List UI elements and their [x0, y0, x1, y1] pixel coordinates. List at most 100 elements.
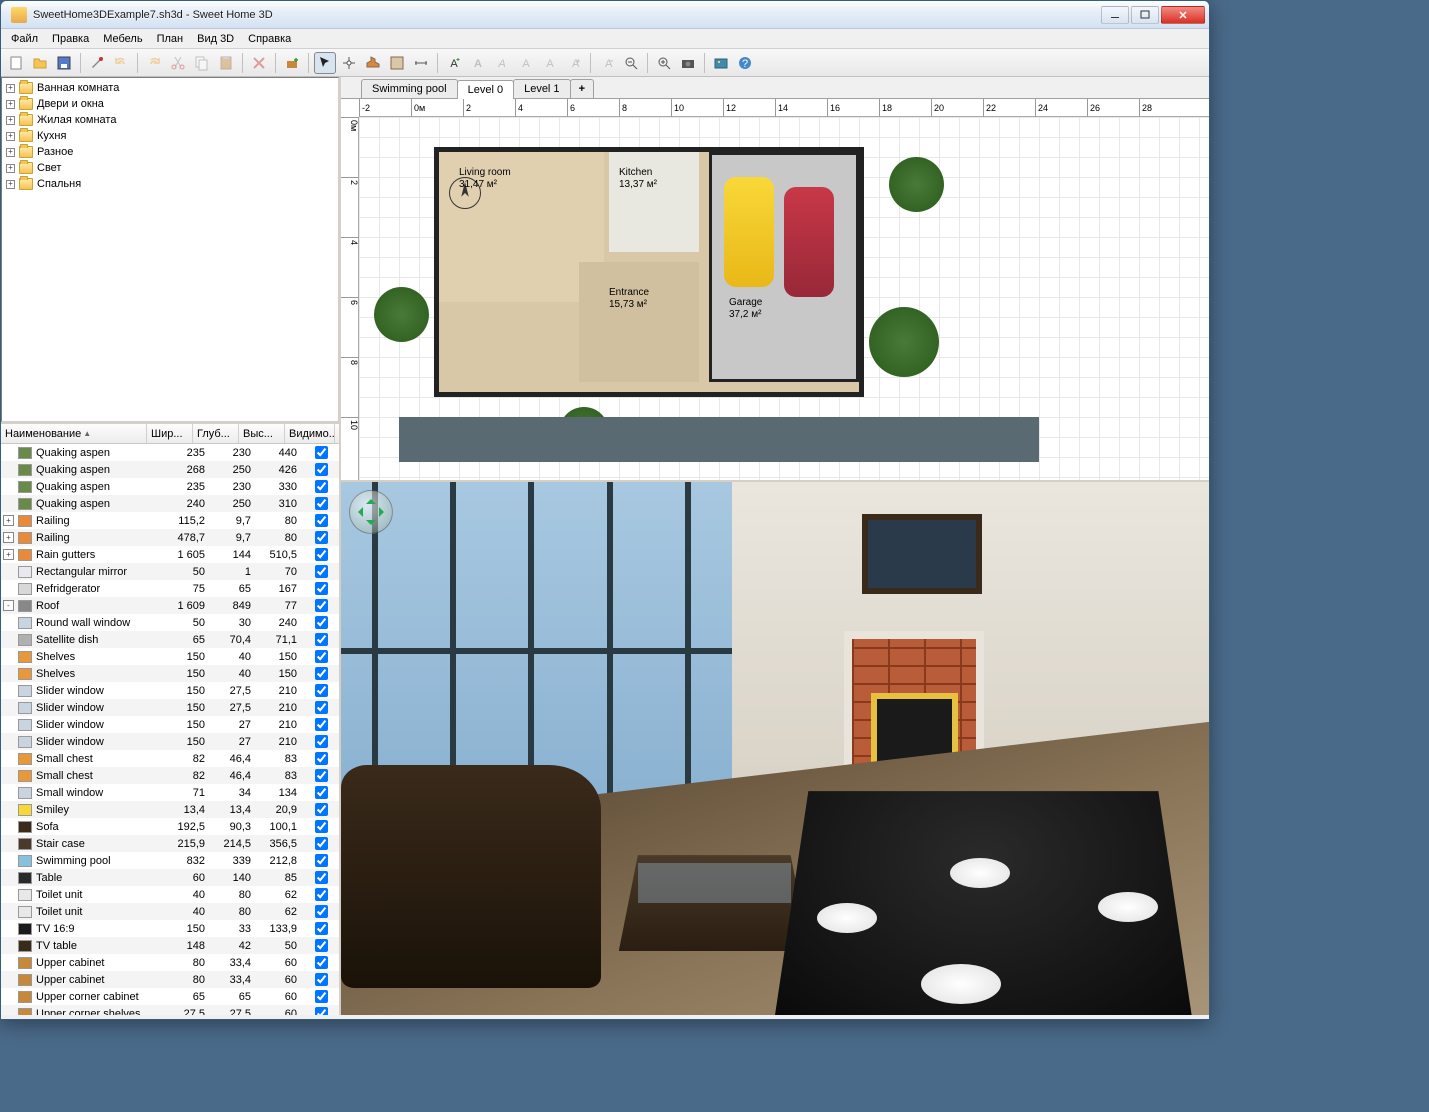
expand-icon[interactable]: + — [6, 100, 15, 109]
furniture-row[interactable]: TV table1484250 — [1, 937, 339, 954]
menu-план[interactable]: План — [151, 31, 190, 47]
create-walls-button[interactable] — [362, 52, 384, 74]
menu-мебель[interactable]: Мебель — [97, 31, 148, 47]
add-level-button[interactable]: + — [570, 79, 594, 98]
titlebar[interactable]: SweetHome3DExample7.sh3d - Sweet Home 3D — [1, 1, 1209, 29]
plan-tab[interactable]: Swimming pool — [361, 79, 458, 98]
expand-icon[interactable]: + — [6, 164, 15, 173]
furniture-row[interactable]: Refridgerator7565167 — [1, 580, 339, 597]
minimize-button[interactable] — [1101, 6, 1129, 24]
cut-button[interactable] — [167, 52, 189, 74]
tree-item[interactable]: +Двери и окна — [4, 96, 336, 112]
visible-checkbox[interactable] — [315, 1007, 328, 1015]
visible-checkbox[interactable] — [315, 718, 328, 731]
visible-checkbox[interactable] — [315, 752, 328, 765]
visible-checkbox[interactable] — [315, 480, 328, 493]
expand-icon[interactable]: + — [3, 549, 14, 560]
furniture-row[interactable]: Small chest8246,483 — [1, 767, 339, 784]
furniture-row[interactable]: Shelves15040150 — [1, 665, 339, 682]
nav-down-icon[interactable] — [366, 520, 376, 530]
visible-checkbox[interactable] — [315, 565, 328, 578]
photo-button[interactable] — [710, 52, 732, 74]
expand-icon[interactable]: + — [3, 532, 14, 543]
column-w[interactable]: Шир... — [147, 424, 193, 443]
expand-icon[interactable]: + — [6, 132, 15, 141]
furniture-header[interactable]: Наименование▲Шир...Глуб...Выс...Видимо..… — [1, 424, 339, 444]
visible-checkbox[interactable] — [315, 990, 328, 1003]
text-bold-button[interactable]: A — [467, 52, 489, 74]
tree-item[interactable]: +Свет — [4, 160, 336, 176]
close-button[interactable] — [1161, 6, 1205, 24]
zoom-in-button[interactable] — [653, 52, 675, 74]
preferences-button[interactable] — [86, 52, 108, 74]
create-rooms-button[interactable] — [386, 52, 408, 74]
furniture-row[interactable]: Smiley13,413,420,9 — [1, 801, 339, 818]
column-name[interactable]: Наименование▲ — [1, 424, 147, 443]
tree-item[interactable]: +Ванная комната — [4, 80, 336, 96]
menu-файл[interactable]: Файл — [5, 31, 44, 47]
tree-item[interactable]: +Жилая комната — [4, 112, 336, 128]
visible-checkbox[interactable] — [315, 854, 328, 867]
visible-checkbox[interactable] — [315, 837, 328, 850]
furniture-row[interactable]: Slider window15027,5210 — [1, 699, 339, 716]
menu-правка[interactable]: Правка — [46, 31, 95, 47]
visible-checkbox[interactable] — [315, 735, 328, 748]
menu-вид 3d[interactable]: Вид 3D — [191, 31, 240, 47]
maximize-button[interactable] — [1131, 6, 1159, 24]
visible-checkbox[interactable] — [315, 786, 328, 799]
expand-icon[interactable]: + — [6, 180, 15, 189]
text-style-a2-button[interactable]: A — [539, 52, 561, 74]
furniture-row[interactable]: Quaking aspen268250426 — [1, 461, 339, 478]
visible-checkbox[interactable] — [315, 633, 328, 646]
furniture-row[interactable]: +Railing478,79,780 — [1, 529, 339, 546]
furniture-row[interactable]: Slider window15027210 — [1, 733, 339, 750]
tree-item[interactable]: +Спальня — [4, 176, 336, 192]
add-furniture-button[interactable] — [281, 52, 303, 74]
visible-checkbox[interactable] — [315, 548, 328, 561]
furniture-row[interactable]: Upper cabinet8033,460 — [1, 954, 339, 971]
create-text-button[interactable]: A — [443, 52, 465, 74]
furniture-row[interactable]: Shelves15040150 — [1, 648, 339, 665]
delete-button[interactable] — [248, 52, 270, 74]
furniture-row[interactable]: Toilet unit408062 — [1, 903, 339, 920]
furniture-row[interactable]: +Rain gutters1 605144510,5 — [1, 546, 339, 563]
redo-button[interactable] — [143, 52, 165, 74]
text-style-a-button[interactable]: A — [515, 52, 537, 74]
select-button[interactable] — [314, 52, 336, 74]
furniture-row[interactable]: Rectangular mirror50170 — [1, 563, 339, 580]
increase-text-button[interactable]: A — [563, 52, 585, 74]
visible-checkbox[interactable] — [315, 599, 328, 612]
furniture-row[interactable]: Quaking aspen235230440 — [1, 444, 339, 461]
view-3d[interactable] — [341, 482, 1209, 1015]
visible-checkbox[interactable] — [315, 905, 328, 918]
tree-item[interactable]: +Кухня — [4, 128, 336, 144]
visible-checkbox[interactable] — [315, 667, 328, 680]
column-d[interactable]: Глуб... — [193, 424, 239, 443]
new-file-button[interactable] — [5, 52, 27, 74]
furniture-row[interactable]: Small chest8246,483 — [1, 750, 339, 767]
plan-tab[interactable]: Level 1 — [513, 79, 570, 98]
catalog-tree[interactable]: +Ванная комната+Двери и окна+Жилая комна… — [1, 77, 339, 422]
visible-checkbox[interactable] — [315, 871, 328, 884]
visible-checkbox[interactable] — [315, 701, 328, 714]
furniture-row[interactable]: Round wall window5030240 — [1, 614, 339, 631]
plan-tab[interactable]: Level 0 — [457, 80, 514, 99]
nav-right-icon[interactable] — [379, 507, 389, 517]
visible-checkbox[interactable] — [315, 939, 328, 952]
visible-checkbox[interactable] — [315, 497, 328, 510]
open-file-button[interactable] — [29, 52, 51, 74]
furniture-row[interactable]: -Roof1 60984977 — [1, 597, 339, 614]
expand-icon[interactable]: + — [3, 515, 14, 526]
furniture-row[interactable]: Small window7134134 — [1, 784, 339, 801]
nav-left-icon[interactable] — [353, 507, 363, 517]
decrease-text-button[interactable]: A — [596, 52, 618, 74]
furniture-row[interactable]: Satellite dish6570,471,1 — [1, 631, 339, 648]
furniture-row[interactable]: Quaking aspen240250310 — [1, 495, 339, 512]
column-h[interactable]: Выс... — [239, 424, 285, 443]
visible-checkbox[interactable] — [315, 684, 328, 697]
furniture-row[interactable]: Upper cabinet8033,460 — [1, 971, 339, 988]
visible-checkbox[interactable] — [315, 582, 328, 595]
visible-checkbox[interactable] — [315, 888, 328, 901]
visible-checkbox[interactable] — [315, 463, 328, 476]
visible-checkbox[interactable] — [315, 650, 328, 663]
